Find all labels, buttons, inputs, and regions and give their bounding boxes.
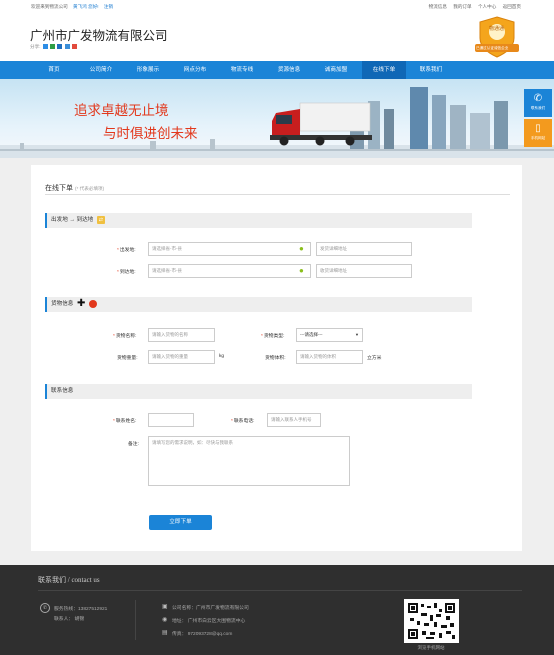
share-renren-icon[interactable] bbox=[57, 44, 63, 50]
dest-region-select[interactable]: 请选择省-市-县 bbox=[148, 264, 311, 278]
share-bar: 分享: bbox=[30, 44, 77, 50]
footer-hotline: 服务热线：13827512921 bbox=[54, 607, 108, 612]
cargo-type-label: *货物类型: bbox=[261, 334, 285, 339]
badge-name: 物通通 bbox=[489, 26, 505, 32]
location-icon: ◉ bbox=[162, 617, 168, 623]
nav-online-order[interactable]: 在线下单 bbox=[362, 61, 406, 79]
contact-section-title: 联系信息 bbox=[51, 388, 74, 394]
main-nav: 首页 公司简介 形象展示 网点分布 物流专线 货源信息 诚商加盟 在线下单 联系… bbox=[0, 61, 554, 79]
order-form: 在线下单 (* 代表必填项) 出发地 → 到达地 ⇄ *出发地: 请选择省-市-县… bbox=[31, 165, 522, 551]
footer-contact-person: 联系人： 胡锦 bbox=[54, 617, 85, 622]
nav-gallery[interactable]: 形象展示 bbox=[127, 61, 169, 79]
title-divider bbox=[45, 194, 510, 195]
cargo-name-input[interactable]: 请输入货物的名称 bbox=[148, 328, 215, 342]
cargo-section-header: 货物信息 ✚ bbox=[45, 297, 472, 312]
page-title: 在线下单 (* 代表必填项) bbox=[45, 183, 104, 193]
contact-name-input[interactable] bbox=[148, 413, 194, 427]
banner-slogan-1: 追求卓越无止境 bbox=[74, 103, 169, 118]
cargo-section-title: 货物信息 bbox=[51, 301, 74, 307]
cargo-type-value: ---请选择--- bbox=[300, 332, 323, 337]
mobile-icon: ▯ bbox=[535, 123, 541, 134]
footer-title: 联系我们 / contact us bbox=[38, 576, 100, 584]
origin-region-select[interactable]: 请选择省-市-县 bbox=[148, 242, 311, 256]
nav-branches[interactable]: 网点分布 bbox=[174, 61, 216, 79]
top-link-user-center[interactable]: 个人中心 bbox=[478, 4, 496, 9]
share-label: 分享: bbox=[30, 44, 41, 49]
top-bar: 欢迎来到物流公司 黄飞鸿 您好! 注销 物流信息 我的订单 个人中心 返回首页 bbox=[0, 0, 554, 14]
phone-icon: ✆ bbox=[533, 93, 543, 104]
footer: 联系我们 / contact us ✆ 服务热线：13827512921 联系人… bbox=[0, 565, 554, 655]
user-link[interactable]: 黄飞鸿 您好! bbox=[73, 4, 99, 9]
top-link-home[interactable]: 返回首页 bbox=[503, 4, 521, 9]
nav-home[interactable]: 首页 bbox=[33, 61, 75, 79]
remove-cargo-icon[interactable] bbox=[88, 299, 97, 308]
share-tencent-icon[interactable] bbox=[64, 44, 70, 50]
contact-phone-input[interactable]: 请输入联系人手机号 bbox=[267, 413, 321, 427]
contact-name-label: *联系姓名: bbox=[113, 419, 137, 424]
building-icon: ▣ bbox=[162, 604, 168, 610]
company-name: 广州市广发物流有限公司 bbox=[30, 29, 168, 43]
certified-badge: 物通通 已通过认证诚信企业 bbox=[474, 16, 520, 58]
side-contact-button[interactable]: ✆ 联系我们 bbox=[524, 89, 552, 117]
logout-link[interactable]: 注销 bbox=[104, 4, 113, 9]
share-more-icon[interactable] bbox=[71, 44, 77, 50]
side-mobile-button[interactable]: ▯ 手机网站 bbox=[524, 119, 552, 147]
nav-about[interactable]: 公司简介 bbox=[80, 61, 122, 79]
footer-fax: 传真： 972093728@qq.com bbox=[172, 632, 233, 637]
hero-banner: 追求卓越无止境 与时俱进创未来 bbox=[0, 79, 554, 158]
nav-franchise[interactable]: 诚商加盟 bbox=[315, 61, 357, 79]
chevron-down-icon: ▼ bbox=[355, 332, 359, 337]
nav-cargo-info[interactable]: 货源信息 bbox=[268, 61, 310, 79]
welcome-area: 欢迎来到物流公司 黄飞鸿 您好! 注销 bbox=[31, 4, 113, 10]
side-contact-label: 联系我们 bbox=[530, 106, 546, 110]
cargo-weight-label: 货物重量: bbox=[117, 356, 138, 361]
dest-label: *到达地: bbox=[117, 270, 136, 275]
nav-routes[interactable]: 物流专线 bbox=[221, 61, 263, 79]
submit-order-button[interactable]: 立即下单 bbox=[149, 515, 212, 530]
contact-section-header: 联系信息 bbox=[45, 384, 472, 399]
weight-unit: kg bbox=[219, 354, 225, 359]
cargo-name-label: *货物名称: bbox=[113, 334, 137, 339]
page-title-text: 在线下单 bbox=[45, 185, 73, 192]
cargo-type-select[interactable]: ---请选择--- ▼ bbox=[296, 328, 363, 342]
banner-slogan-2: 与时俱进创未来 bbox=[103, 126, 198, 141]
header: 广州市广发物流有限公司 分享: 物通通 已通过认证诚信企业 bbox=[0, 14, 554, 61]
dest-location-icon[interactable]: ● bbox=[299, 266, 304, 275]
swap-icon[interactable]: ⇄ bbox=[96, 215, 105, 224]
welcome-text: 欢迎来到物流公司 bbox=[31, 4, 68, 9]
share-qzone-icon[interactable] bbox=[42, 44, 48, 50]
origin-address-input[interactable]: 发货详细地址 bbox=[316, 242, 412, 256]
contact-phone-label: *联系电话: bbox=[231, 419, 255, 424]
share-weibo-icon[interactable] bbox=[50, 44, 56, 50]
badge-caption: 已通过认证诚信企业 bbox=[476, 46, 509, 50]
qr-code bbox=[404, 599, 459, 643]
side-mobile-label: 手机网站 bbox=[530, 136, 546, 140]
origin-location-icon[interactable]: ● bbox=[299, 244, 304, 253]
route-section-header: 出发地 → 到达地 ⇄ bbox=[45, 213, 472, 228]
remark-textarea[interactable]: 请填写您的需求说明，如：尽快与我联系 bbox=[148, 436, 350, 486]
footer-column-divider bbox=[135, 600, 136, 640]
top-link-logistics-info[interactable]: 物流信息 bbox=[429, 4, 447, 9]
footer-company: 公司名称：广州市广发物流有限公司 bbox=[172, 606, 249, 611]
remark-label: 备注: bbox=[128, 442, 139, 447]
phone-icon: ✆ bbox=[40, 603, 50, 613]
cargo-weight-input[interactable]: 请输入货物的重量 bbox=[148, 350, 215, 364]
cargo-volume-input[interactable]: 请输入货物的体积 bbox=[296, 350, 363, 364]
origin-label: *出发地: bbox=[117, 248, 136, 253]
top-link-my-orders[interactable]: 我的订单 bbox=[453, 4, 471, 9]
page-title-note: (* 代表必填项) bbox=[75, 186, 105, 191]
add-cargo-icon[interactable]: ✚ bbox=[77, 298, 85, 309]
route-section-title: 出发地 → 到达地 bbox=[51, 217, 94, 223]
qr-caption: 浏览手机网站 bbox=[417, 645, 445, 650]
nav-contact[interactable]: 联系我们 bbox=[409, 61, 453, 79]
cargo-volume-label: 货物体积: bbox=[265, 356, 286, 361]
footer-address: 地址： 广州市白云区大围物流中心 bbox=[172, 619, 246, 624]
top-links: 物流信息 我的订单 个人中心 返回首页 bbox=[424, 4, 521, 10]
fax-icon: ▤ bbox=[162, 630, 168, 636]
volume-unit: 立方米 bbox=[367, 356, 382, 361]
dest-address-input[interactable]: 收货详细地址 bbox=[316, 264, 412, 278]
footer-divider bbox=[38, 590, 522, 591]
